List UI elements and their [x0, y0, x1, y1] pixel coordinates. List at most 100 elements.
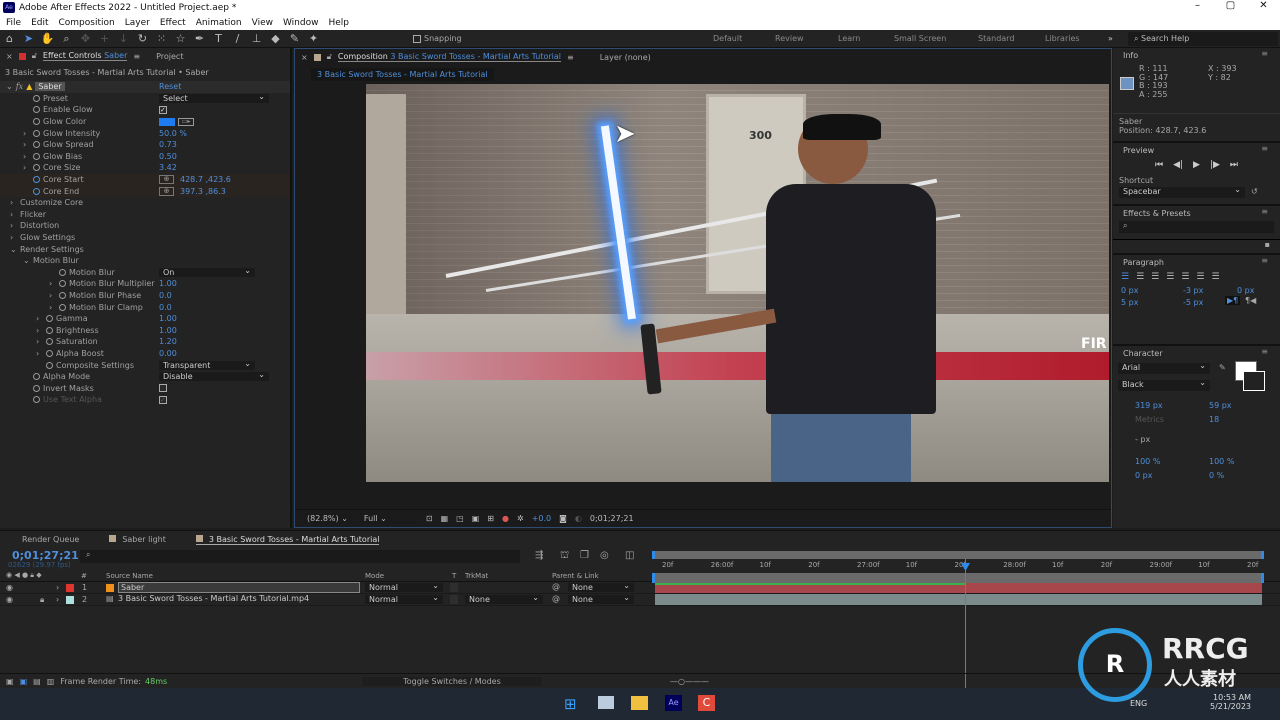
reset-link[interactable]: Reset: [159, 82, 181, 91]
toggle-switches-modes-button[interactable]: Toggle Switches / Modes: [362, 677, 542, 686]
label-color[interactable]: [66, 596, 74, 604]
rtl-direction-icon[interactable]: ¶◀: [1245, 296, 1256, 305]
clone-stamp-icon[interactable]: ⊥: [247, 32, 266, 45]
shape-tool-icon[interactable]: ☆: [171, 32, 190, 45]
property-checkbox[interactable]: [159, 384, 167, 393]
snapshot-icon[interactable]: ◙: [559, 514, 567, 523]
menu-help[interactable]: Help: [328, 18, 349, 28]
transfer-controls-icon[interactable]: ▣: [20, 677, 28, 686]
transparency-grid-icon[interactable]: ▦: [441, 514, 449, 523]
font-size[interactable]: 319 px: [1135, 401, 1163, 410]
twirl-closed-icon[interactable]: ›: [49, 303, 56, 312]
align-center-icon[interactable]: ☰: [1136, 272, 1144, 282]
stopwatch-icon[interactable]: [33, 187, 40, 195]
frame-blending-icon[interactable]: ❐: [580, 550, 589, 561]
justify-right-icon[interactable]: ☰: [1196, 272, 1204, 282]
horizontal-scale[interactable]: 100 %: [1209, 457, 1234, 466]
column-header-trkmat[interactable]: TrkMat: [465, 572, 488, 580]
stopwatch-icon[interactable]: [33, 118, 40, 126]
eyedropper-icon[interactable]: ✎: [1219, 363, 1226, 372]
twirl-closed-icon[interactable]: ›: [10, 233, 17, 242]
property-checkbox[interactable]: ✓: [159, 395, 167, 404]
exposure-reset-icon[interactable]: ✲: [517, 514, 524, 523]
menu-window[interactable]: Window: [283, 18, 319, 28]
stopwatch-icon[interactable]: [33, 373, 40, 381]
pick-whip-icon[interactable]: @: [552, 582, 560, 591]
more-workspaces-icon[interactable]: »: [1108, 34, 1113, 43]
twirl-closed-icon[interactable]: ›: [23, 152, 30, 161]
stopwatch-icon[interactable]: [33, 396, 40, 404]
justify-center-icon[interactable]: ☰: [1181, 272, 1189, 282]
timeline-tab[interactable]: Render Queue: [22, 535, 79, 544]
orbit-tool-icon[interactable]: ✥: [76, 32, 95, 45]
stopwatch-icon[interactable]: [33, 129, 40, 137]
vertical-scale[interactable]: 100 %: [1135, 457, 1160, 466]
workspace-review[interactable]: Review: [775, 34, 804, 43]
reset-shortcut-icon[interactable]: ↺: [1251, 187, 1258, 198]
timeline-tab[interactable]: 3 Basic Sword Tosses - Martial Arts Tuto…: [195, 534, 380, 545]
property-value[interactable]: 1.00: [159, 314, 177, 323]
stopwatch-icon[interactable]: [46, 315, 53, 323]
property-value[interactable]: 397.3 ,86.3: [180, 187, 226, 196]
property-value[interactable]: 0.73: [159, 140, 177, 149]
property-value[interactable]: 0.0: [159, 303, 172, 312]
menu-edit[interactable]: Edit: [31, 18, 48, 28]
camtasia-icon[interactable]: C: [698, 695, 715, 711]
twirl-closed-icon[interactable]: ›: [36, 349, 43, 358]
twirl-closed-icon[interactable]: ›: [36, 337, 43, 346]
column-header-parent[interactable]: Parent & Link: [552, 572, 599, 580]
menu-animation[interactable]: Animation: [196, 18, 242, 28]
close-tab-icon[interactable]: ×: [6, 52, 13, 61]
indent-left[interactable]: 0 px: [1121, 286, 1138, 295]
property-value[interactable]: 50.0 %: [159, 129, 187, 138]
space-before[interactable]: 0 px: [1237, 286, 1254, 295]
leading[interactable]: 59 px: [1209, 401, 1232, 410]
maximize-button[interactable]: ▢: [1214, 0, 1247, 11]
stopwatch-icon[interactable]: [33, 176, 40, 184]
trkmat-dropdown[interactable]: None: [465, 593, 543, 604]
pick-whip-icon[interactable]: @: [552, 594, 560, 603]
workspace-libraries[interactable]: Libraries: [1045, 34, 1080, 43]
layer-switches-icon[interactable]: ▣: [6, 677, 14, 686]
align-left-icon[interactable]: ☰: [1121, 272, 1129, 282]
twirl-closed-icon[interactable]: ›: [10, 221, 17, 230]
stopwatch-icon[interactable]: [33, 152, 40, 160]
layer-row[interactable]: ◉ 🔒︎ › 2 ▤ 3 Basic Sword Tosses - Martial Art…: [0, 593, 1280, 606]
layer-duration-bar[interactable]: [655, 594, 1262, 605]
stopwatch-icon[interactable]: [46, 338, 53, 346]
app-icon-photos[interactable]: [598, 696, 614, 709]
next-frame-icon[interactable]: |▶: [1210, 160, 1220, 170]
tsume[interactable]: 0 %: [1209, 471, 1224, 480]
clock[interactable]: 10:53 AM 5/21/2023: [1210, 693, 1251, 711]
channel-icon[interactable]: ●: [502, 514, 509, 523]
show-snapshot-icon[interactable]: ◐: [575, 514, 582, 523]
exposure-value[interactable]: +0.0: [532, 514, 551, 523]
rotate-tool-icon[interactable]: ↻: [133, 32, 152, 45]
property-value[interactable]: 1.00: [159, 326, 177, 335]
magnification-dropdown[interactable]: (82.8%) ⌄: [303, 513, 352, 524]
space-after[interactable]: -5 px: [1183, 298, 1203, 307]
timeline-tab[interactable]: Saber light: [109, 535, 166, 544]
panel-menu-icon[interactable]: ≡: [133, 52, 140, 61]
minimize-button[interactable]: –: [1181, 0, 1214, 11]
tracking[interactable]: 18: [1209, 415, 1219, 424]
panel-menu-icon[interactable]: ≡: [567, 53, 574, 62]
stopwatch-icon[interactable]: [33, 164, 40, 172]
region-of-interest-icon[interactable]: ⊡: [426, 514, 433, 523]
tab-effect-controls[interactable]: Effect Controls Saber: [42, 51, 128, 61]
layer-row[interactable]: ◉ › 1 Saber Normal @ None: [0, 581, 1280, 594]
lock-icon[interactable]: 🔒︎: [40, 595, 44, 605]
close-tab-icon[interactable]: ×: [301, 53, 308, 62]
workspace-learn[interactable]: Learn: [838, 34, 860, 43]
twirl-open-icon[interactable]: ⌄: [10, 245, 17, 254]
home-icon[interactable]: ⌂: [0, 32, 19, 45]
property-value[interactable]: 1.00: [159, 279, 177, 288]
tab-composition[interactable]: Composition 3 Basic Sword Tosses - Marti…: [337, 52, 562, 62]
property-value[interactable]: 428.7 ,423.6: [180, 175, 231, 184]
timeline-search-input[interactable]: ⌕: [80, 550, 520, 563]
playhead[interactable]: [965, 559, 966, 689]
type-tool-icon[interactable]: T: [209, 32, 228, 45]
in-out-icon[interactable]: ▤: [33, 677, 41, 686]
baseline-shift[interactable]: 0 px: [1135, 471, 1152, 480]
lock-icon[interactable]: 🔓︎: [32, 51, 37, 61]
